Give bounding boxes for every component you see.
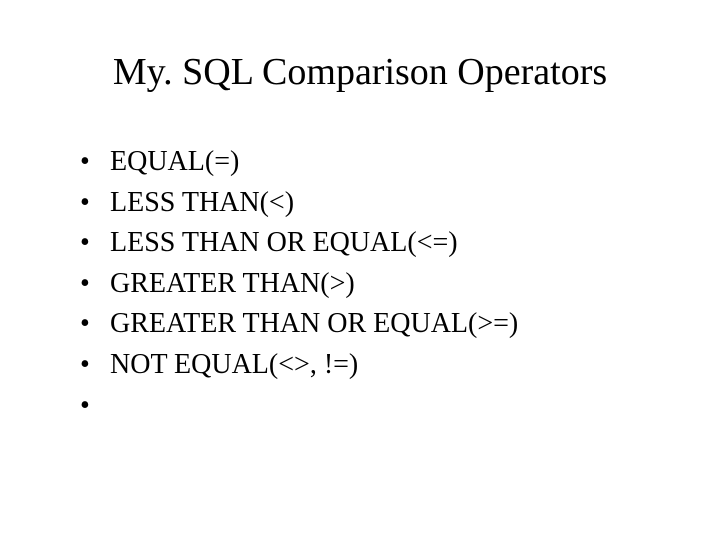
list-item: • GREATER THAN OR EQUAL(>=) [80, 304, 660, 345]
bullet-text: EQUAL(=) [110, 142, 239, 183]
bullet-text: GREATER THAN(>) [110, 264, 355, 305]
bullet-list: • EQUAL(=) • LESS THAN(<) • LESS THAN OR… [60, 142, 660, 426]
bullet-text: LESS THAN OR EQUAL(<=) [110, 223, 458, 264]
bullet-icon: • [80, 223, 110, 264]
list-item: • NOT EQUAL(<>, !=) [80, 345, 660, 386]
list-item: • GREATER THAN(>) [80, 264, 660, 305]
list-item: • LESS THAN OR EQUAL(<=) [80, 223, 660, 264]
bullet-text: GREATER THAN OR EQUAL(>=) [110, 304, 518, 345]
bullet-icon: • [80, 142, 110, 183]
bullet-icon: • [80, 304, 110, 345]
bullet-text: NOT EQUAL(<>, !=) [110, 345, 358, 386]
bullet-icon: • [80, 183, 110, 224]
list-item: • [80, 386, 660, 427]
list-item: • LESS THAN(<) [80, 183, 660, 224]
slide-title: My. SQL Comparison Operators [60, 50, 660, 94]
list-item: • EQUAL(=) [80, 142, 660, 183]
bullet-icon: • [80, 345, 110, 386]
bullet-icon: • [80, 264, 110, 305]
bullet-icon: • [80, 386, 110, 427]
bullet-text: LESS THAN(<) [110, 183, 294, 224]
